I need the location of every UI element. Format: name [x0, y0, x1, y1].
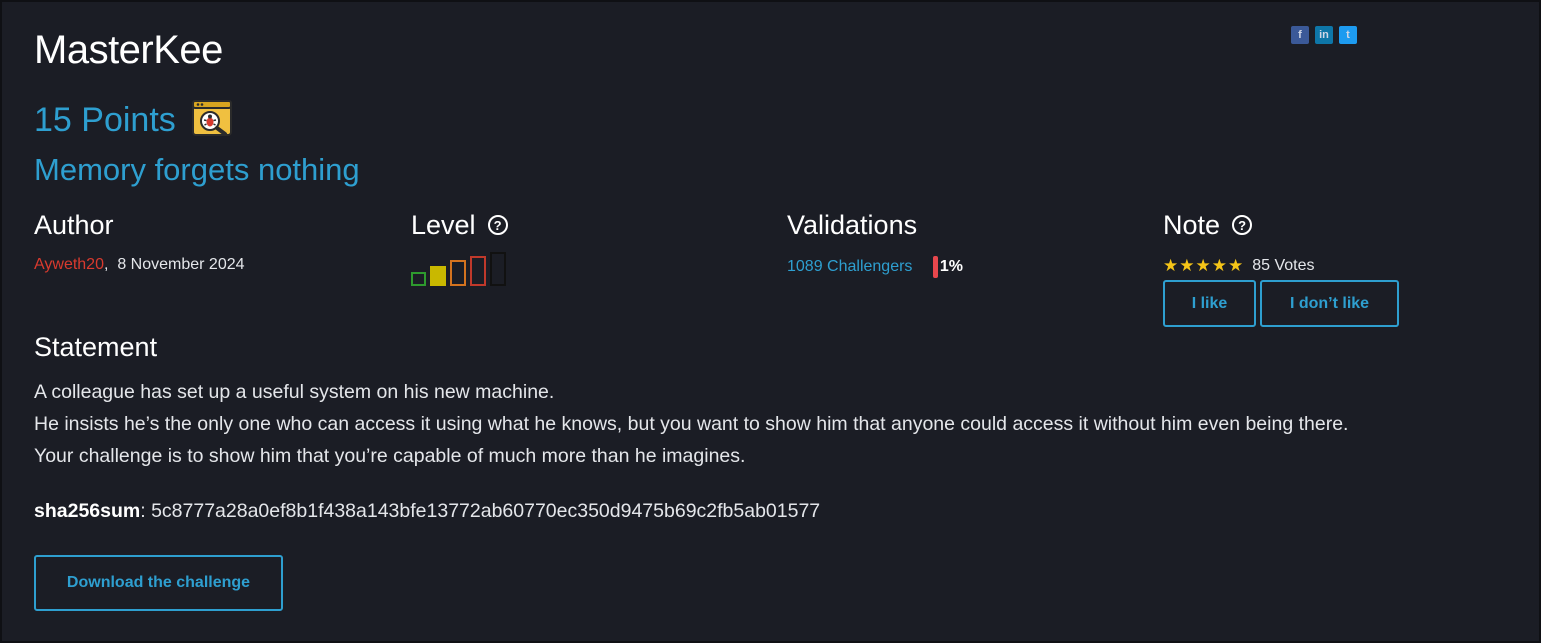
- author-section: Author Ayweth20, 8 November 2024: [34, 208, 245, 274]
- level-heading: Level: [411, 209, 476, 240]
- sha256-value: : 5c8777a28a0ef8b1f438a143bfe13772ab6077…: [140, 500, 821, 522]
- statement-text: A colleague has set up a useful system o…: [34, 376, 1348, 472]
- sha256-line: sha256sum: 5c8777a28a0ef8b1f438a143bfe13…: [34, 500, 820, 523]
- like-button[interactable]: I like: [1163, 280, 1256, 327]
- challengers-link[interactable]: 1089 Challengers: [787, 258, 912, 275]
- level-bar-1: [411, 272, 426, 286]
- vote-buttons: I like I don’t like: [1163, 280, 1399, 327]
- facebook-icon[interactable]: f: [1291, 26, 1309, 44]
- author-separator: ,: [103, 256, 109, 273]
- publish-date: 8 November 2024: [117, 256, 245, 273]
- statement-line: A colleague has set up a useful system o…: [34, 381, 555, 403]
- vote-count: 85 Votes: [1252, 257, 1315, 274]
- challenge-title: MasterKee: [34, 28, 223, 72]
- difficulty-meter: [411, 252, 508, 286]
- validation-percent: 1%: [939, 258, 963, 275]
- rating-stars-icon: ★★★★★: [1163, 256, 1245, 275]
- level-bar-2: [430, 266, 446, 286]
- download-challenge-button[interactable]: Download the challenge: [34, 555, 283, 611]
- validations-heading: Validations: [787, 209, 918, 240]
- statement-line: He insists he’s the only one who can acc…: [34, 413, 1349, 435]
- level-bar-4: [470, 256, 486, 286]
- bug-magnifier-icon: [191, 98, 232, 143]
- points-value: 15 Points: [34, 101, 176, 139]
- challenge-subtitle: Memory forgets nothing: [34, 152, 360, 187]
- twitter-icon[interactable]: t: [1339, 26, 1357, 44]
- level-bar-5: [490, 252, 506, 286]
- validation-percent-bar: [932, 256, 938, 278]
- linkedin-icon[interactable]: in: [1315, 26, 1333, 44]
- statement-line: Your challenge is to show him that you’r…: [34, 445, 746, 467]
- challenge-panel: MasterKee f in t 15 Points Memory forget…: [0, 0, 1541, 643]
- author-link[interactable]: Ayweth20: [34, 256, 104, 273]
- sha256-label: sha256sum: [34, 500, 141, 522]
- level-help-icon[interactable]: ?: [487, 215, 508, 235]
- points-row: 15 Points: [34, 98, 232, 143]
- note-section: Note ? ★★★★★ 85 Votes I like I don’t lik…: [1163, 208, 1399, 327]
- level-section: Level ?: [411, 208, 508, 286]
- author-heading: Author: [34, 209, 114, 240]
- note-heading: Note: [1163, 209, 1221, 240]
- statement-heading: Statement: [34, 332, 158, 362]
- note-help-icon[interactable]: ?: [1232, 215, 1253, 235]
- dislike-button[interactable]: I don’t like: [1260, 280, 1399, 327]
- social-share-bar: f in t: [1291, 26, 1357, 44]
- level-bar-3: [450, 260, 466, 286]
- validations-section: Validations 1089 Challengers 1%: [787, 208, 963, 278]
